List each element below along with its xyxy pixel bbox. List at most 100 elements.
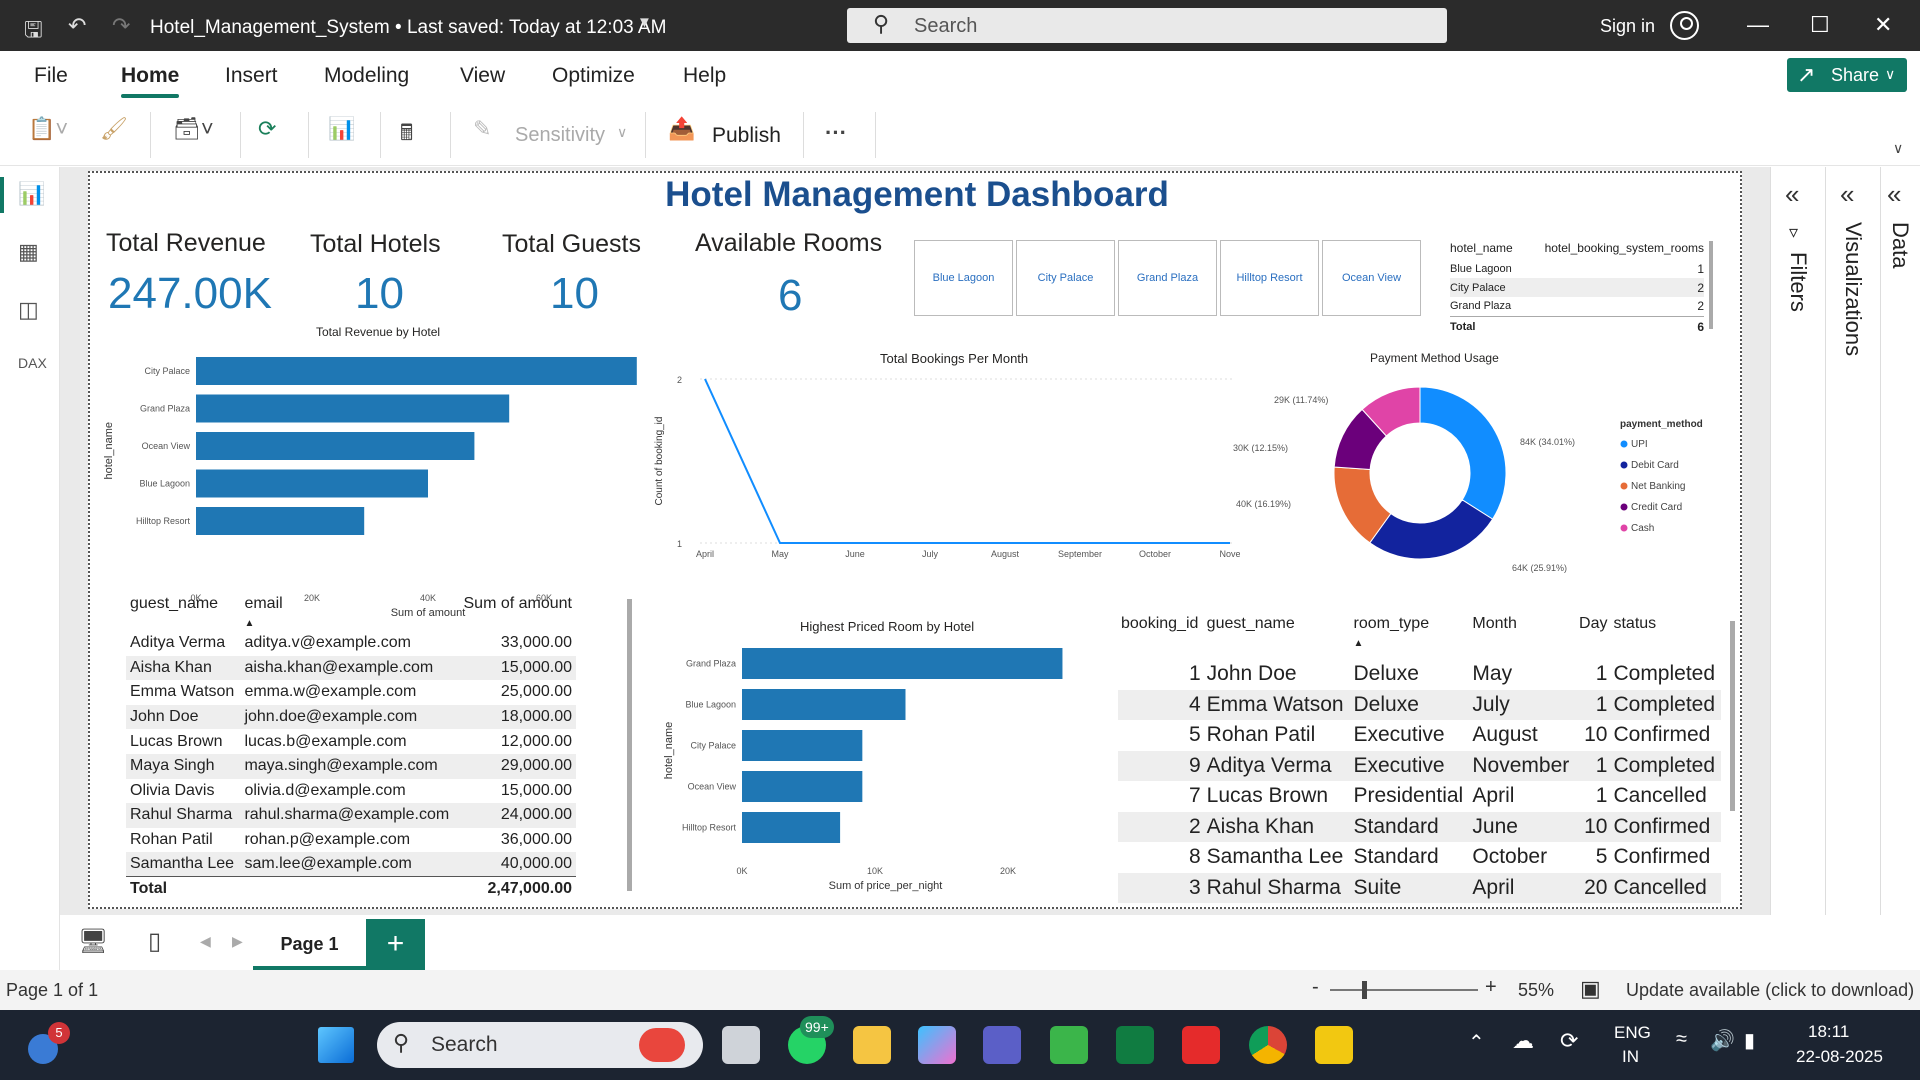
account-icon[interactable] — [1670, 11, 1699, 40]
game-icon[interactable] — [1050, 1026, 1088, 1064]
onedrive-icon[interactable]: ☁ — [1512, 1028, 1534, 1054]
file-explorer-icon[interactable] — [853, 1026, 891, 1064]
expand-chevron-icon[interactable]: « — [1785, 179, 1799, 210]
chrome-icon[interactable] — [1249, 1026, 1287, 1064]
update-notice[interactable]: Update available (click to download) — [1626, 980, 1914, 1001]
column-header[interactable]: guest_name — [126, 593, 240, 631]
payment-donut-chart[interactable]: 84K (34.01%) 64K (25.91%) 40K (16.19%) 30K … — [1220, 363, 1720, 583]
format-painter-icon[interactable]: 🖌 — [100, 116, 128, 156]
column-header[interactable]: Sum of amount — [457, 593, 576, 631]
more-options-button[interactable]: ··· — [825, 120, 847, 160]
filters-pane[interactable]: « ▿ Filters — [1770, 167, 1825, 915]
close-button[interactable]: ✕ — [1874, 12, 1892, 38]
bookings-line-chart[interactable]: 1 2 April May June July August September October… — [650, 363, 1240, 563]
minimize-button[interactable]: — — [1747, 12, 1769, 38]
battery-icon[interactable]: ▮ — [1744, 1028, 1755, 1053]
column-header[interactable]: status — [1610, 613, 1721, 659]
maximize-button[interactable]: ☐ — [1810, 12, 1830, 38]
column-header[interactable]: Day — [1575, 613, 1610, 659]
data-pane[interactable]: « Data — [1880, 167, 1920, 915]
column-header[interactable]: booking_id — [1118, 613, 1204, 659]
desktop-layout-icon[interactable]: 🖥 — [78, 927, 108, 956]
slicer-button[interactable]: Ocean View — [1322, 240, 1421, 316]
chevron-down-icon[interactable]: ▼ — [637, 14, 652, 31]
tab-page-1[interactable]: Page 1 — [253, 919, 366, 970]
column-header[interactable]: room_type ▲ — [1351, 613, 1470, 659]
undo-icon[interactable]: ↶ — [68, 13, 86, 39]
sync-icon[interactable]: ⟳ — [1560, 1028, 1578, 1054]
scroll-left-icon[interactable]: ◀ — [200, 933, 211, 950]
calculator-icon[interactable]: 🖩 — [400, 116, 413, 156]
slicer-button[interactable]: Grand Plaza — [1118, 240, 1217, 316]
expand-chevron-icon[interactable]: « — [1840, 179, 1854, 210]
excel-icon[interactable] — [1116, 1026, 1154, 1064]
mobile-layout-icon[interactable]: ▯ — [148, 927, 161, 956]
scroll-right-icon[interactable]: ▶ — [232, 933, 243, 950]
report-view-icon[interactable]: 📊 — [18, 181, 45, 207]
share-button[interactable]: ↗ Share ∨ — [1787, 58, 1907, 92]
revenue-bar-chart[interactable]: City Palace Grand Plaza Ocean View Blue Lag… — [90, 343, 650, 618]
volume-icon[interactable]: 🔊 — [1710, 1028, 1735, 1053]
slicer-button[interactable]: Blue Lagoon — [914, 240, 1013, 316]
search-input[interactable]: ⚲ Search — [847, 8, 1447, 43]
dax-query-icon[interactable]: DAX — [18, 355, 47, 371]
add-page-button[interactable]: + — [366, 919, 425, 970]
menu-home[interactable]: Home — [121, 64, 180, 98]
wps-icon[interactable] — [1182, 1026, 1220, 1064]
column-header[interactable]: hotel_name — [1450, 237, 1522, 259]
table-view-icon[interactable]: ▦ — [18, 239, 39, 265]
chart-title-highest-room: Highest Priced Room by Hotel — [800, 619, 975, 634]
teams-icon[interactable] — [983, 1026, 1021, 1064]
fit-to-page-icon[interactable]: ▣ — [1580, 976, 1601, 1002]
language-code[interactable]: ENG — [1614, 1023, 1651, 1043]
get-data-icon[interactable]: 🗃˅ — [173, 116, 214, 156]
menu-modeling[interactable]: Modeling — [324, 64, 409, 88]
visualizations-pane[interactable]: « Visualizations — [1825, 167, 1880, 915]
menu-optimize[interactable]: Optimize — [552, 64, 635, 88]
column-header[interactable]: guest_name — [1204, 613, 1351, 659]
save-icon[interactable]: 🖫 — [24, 13, 43, 51]
clock-time[interactable]: 18:11 — [1808, 1022, 1849, 1042]
redo-icon[interactable]: ↷ — [112, 13, 130, 39]
model-view-icon[interactable]: ◫ — [18, 297, 39, 323]
taskbar-search[interactable]: ⚲ Search — [377, 1022, 703, 1068]
refresh-icon[interactable]: ⟳ — [258, 116, 276, 156]
status-bar: Page 1 of 1 - + 55% ▣ Update available (… — [0, 970, 1920, 1010]
powerbi-icon[interactable] — [1315, 1026, 1353, 1064]
wifi-icon[interactable]: ≈ — [1676, 1028, 1687, 1051]
publish-icon[interactable]: 📤 — [668, 116, 695, 156]
scrollbar[interactable] — [1709, 241, 1713, 329]
table-cell: 10 — [1584, 723, 1608, 747]
paste-icon[interactable]: 📋˅ — [28, 116, 68, 156]
clock-date[interactable]: 22-08-2025 — [1796, 1047, 1883, 1067]
menu-view[interactable]: View — [460, 64, 505, 88]
copilot-icon[interactable] — [918, 1026, 956, 1064]
language-region[interactable]: IN — [1622, 1047, 1639, 1067]
y-tick-label: Ocean View — [688, 782, 737, 792]
column-header[interactable]: hotel_booking_system_rooms — [1522, 237, 1704, 259]
scrollbar[interactable] — [627, 599, 632, 891]
zoom-in-button[interactable]: + — [1485, 976, 1497, 999]
menu-insert[interactable]: Insert — [225, 64, 278, 88]
sign-in-link[interactable]: Sign in — [1600, 16, 1655, 37]
slicer-button[interactable]: Hilltop Resort — [1220, 240, 1319, 316]
zoom-slider-thumb[interactable] — [1362, 981, 1367, 999]
menu-help[interactable]: Help — [683, 64, 726, 88]
slicer-button[interactable]: City Palace — [1016, 240, 1115, 316]
zoom-out-button[interactable]: - — [1312, 976, 1319, 999]
show-hidden-icons[interactable]: ⌃ — [1468, 1030, 1485, 1055]
menu-bar: File Home Insert Modeling View Optimize … — [0, 51, 1920, 106]
zoom-level[interactable]: 55% — [1518, 980, 1554, 1001]
task-view-icon[interactable] — [722, 1026, 760, 1064]
start-button[interactable] — [318, 1027, 354, 1063]
scrollbar[interactable] — [1730, 621, 1735, 811]
table-cell: John Doe — [1206, 662, 1297, 686]
column-header[interactable]: email ▲ — [240, 593, 457, 631]
new-visual-icon[interactable]: 📊 — [328, 116, 355, 156]
document-title[interactable]: Hotel_Management_System • Last saved: To… — [150, 17, 666, 39]
column-header[interactable]: Month — [1469, 613, 1575, 659]
menu-file[interactable]: File — [34, 64, 68, 88]
expand-chevron-icon[interactable]: « — [1887, 179, 1901, 210]
publish-button[interactable]: Publish — [712, 124, 781, 164]
zoom-slider[interactable] — [1330, 981, 1478, 999]
